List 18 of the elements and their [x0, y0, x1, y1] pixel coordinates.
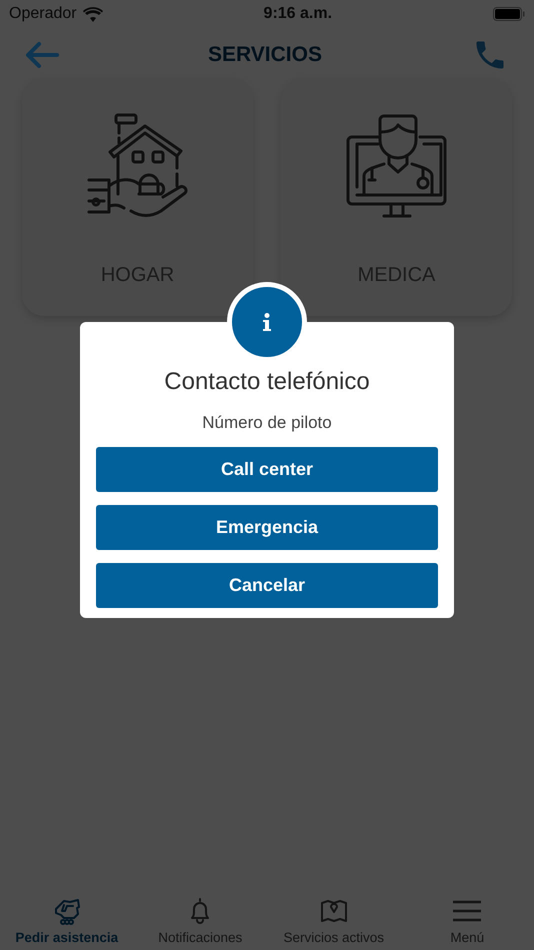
battery-icon [492, 7, 525, 21]
clock: 9:16 a.m. [264, 4, 332, 24]
house-in-hand-icon [86, 112, 190, 218]
doctor-on-monitor-icon [344, 112, 450, 218]
carrier-name: Operador [9, 4, 77, 24]
screen-title: SERVICIOS [208, 42, 322, 68]
dialog-message: Número de piloto [202, 412, 332, 434]
tab-bar-item[interactable]: Notificaciones [134, 890, 267, 950]
tab-bar-item[interactable]: Pedir asistencia [0, 890, 134, 950]
info-icon [262, 313, 272, 331]
dialog-button[interactable]: Call center [96, 446, 438, 492]
back-arrow-icon [25, 41, 59, 69]
dialog-button[interactable]: Emergencia [96, 504, 438, 550]
dialog-button[interactable]: Cancelar [96, 562, 438, 608]
tab-bar-item[interactable]: Servicios activos [267, 890, 400, 950]
tab-bar-item[interactable]: Menú [400, 890, 534, 950]
dialog-title: Contacto telefónico [164, 367, 370, 397]
wifi-icon [82, 6, 103, 22]
